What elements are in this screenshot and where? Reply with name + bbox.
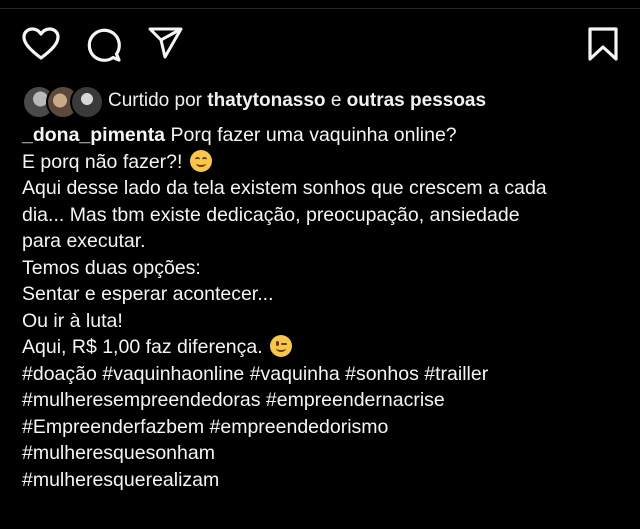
- hashtags[interactable]: #mulheresquerealizam: [22, 469, 219, 491]
- winking-face-emoji-icon: [270, 335, 293, 357]
- hashtag-line[interactable]: #mulheresquesonham: [22, 440, 622, 467]
- liked-by-connector: e: [330, 90, 342, 111]
- hashtag-line[interactable]: #Empreenderfazbem #empreendedorismo: [22, 414, 622, 441]
- hashtags[interactable]: #mulheresempreendedoras #empreendernacri…: [22, 389, 445, 411]
- save-button[interactable]: [588, 27, 618, 61]
- liked-by-user[interactable]: thatytonasso: [207, 90, 325, 111]
- comment-bubble-icon: [87, 28, 121, 62]
- caption-line: dia... Mas tbm existe dedicação, preocup…: [22, 202, 622, 229]
- paper-plane-icon: [148, 27, 183, 59]
- caption-line: E porq não fazer?!: [22, 149, 622, 176]
- caption-username[interactable]: _dona_pimenta: [22, 124, 165, 146]
- caption-text: para executar.: [22, 230, 146, 252]
- avatar: [70, 85, 104, 119]
- top-divider: [0, 8, 640, 9]
- caption-text: Aqui, R$ 1,00 faz diferença.: [22, 336, 263, 358]
- liked-by-text: Curtido por thatytonasso e outras pessoa…: [108, 90, 486, 112]
- hashtag-line[interactable]: #doação #vaquinhaonline #vaquinha #sonho…: [22, 361, 622, 388]
- caption-text: Sentar e esperar acontecer...: [22, 283, 274, 305]
- caption-line: Ou ir à luta!: [22, 308, 622, 335]
- caption-text: Temos duas opções:: [22, 256, 201, 279]
- comment-button[interactable]: [86, 27, 122, 63]
- like-button[interactable]: [22, 27, 60, 61]
- caption-line: Aqui, R$ 1,00 faz diferença.: [22, 334, 622, 361]
- caption-line: Temos duas opções:: [22, 255, 622, 282]
- caption-line: Aqui desse lado da tela existem sonhos q…: [22, 175, 622, 202]
- post-caption: _dona_pimenta Porq fazer uma vaquinha on…: [22, 122, 622, 493]
- caption-text: Ou ir à luta!: [22, 309, 123, 332]
- bookmark-outline-icon: [588, 27, 618, 61]
- hashtags[interactable]: #Empreenderfazbem #empreendedorismo: [22, 416, 388, 438]
- hashtags[interactable]: #doação #vaquinhaonline #vaquinha #sonho…: [22, 363, 488, 385]
- caption-text: dia... Mas tbm existe dedicação, preocup…: [22, 203, 520, 226]
- caption-line: Sentar e esperar acontecer...: [22, 281, 622, 308]
- caption-text: Aqui desse lado da tela existem sonhos q…: [22, 177, 547, 199]
- liked-by-prefix: Curtido por: [108, 90, 202, 111]
- caption-text: Porq fazer uma vaquinha online?: [170, 124, 457, 146]
- share-button[interactable]: [148, 27, 184, 61]
- caption-line: para executar.: [22, 228, 622, 255]
- liked-by-others[interactable]: outras pessoas: [347, 90, 486, 111]
- hashtags[interactable]: #mulheresquesonham: [22, 442, 215, 464]
- hashtag-line[interactable]: #mulheresquerealizam: [22, 467, 622, 494]
- caption-text: E porq não fazer?!: [22, 150, 183, 173]
- post-action-bar: [22, 27, 618, 63]
- likes-row[interactable]: Curtido por thatytonasso e outras pessoa…: [22, 84, 486, 119]
- smiling-face-emoji-icon: [189, 149, 212, 172]
- hashtag-line[interactable]: #mulheresempreendedoras #empreendernacri…: [22, 387, 622, 414]
- liker-avatars: [22, 85, 104, 119]
- heart-outline-icon: [22, 27, 60, 60]
- caption-line: _dona_pimenta Porq fazer uma vaquinha on…: [22, 122, 622, 149]
